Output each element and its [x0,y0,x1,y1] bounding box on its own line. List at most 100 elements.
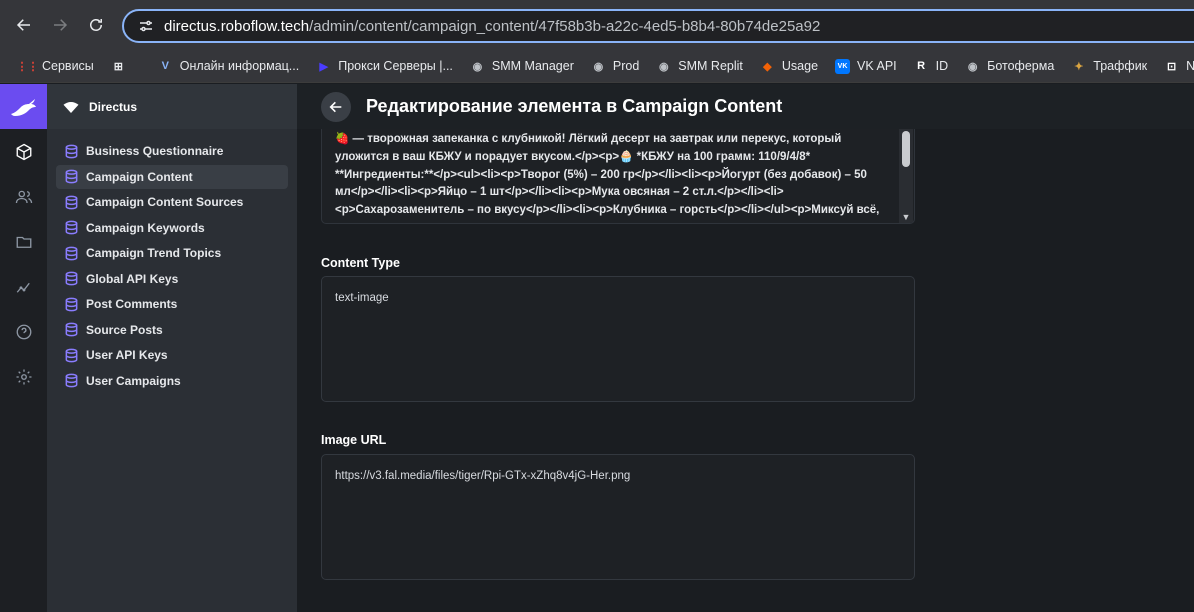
bookmark-label: Сервисы [42,59,94,73]
scrollbar-thumb[interactable] [902,131,910,167]
insights-module-icon[interactable] [14,277,34,297]
wifi-icon [63,101,79,113]
sidebar-item[interactable]: User API Keys [56,343,288,367]
bookmark-item[interactable]: V Онлайн информац... [158,59,300,74]
sidebar-item-label: Campaign Content [86,169,193,184]
sidebar-item[interactable]: Source Posts [56,318,288,342]
bookmark-label: Траффик [1093,59,1148,73]
sidebar-item-label: Global API Keys [86,271,179,286]
sidebar-item[interactable]: Business Questionnaire [56,139,288,163]
directus-logo[interactable] [0,84,47,129]
files-module-icon[interactable] [14,232,34,252]
image-url-field[interactable]: https://v3.fal.media/files/tiger/Rpi-GTx… [321,454,915,580]
back-arrow-icon[interactable] [12,13,36,37]
module-rail [0,84,47,612]
database-icon [65,373,78,388]
address-bar[interactable]: directus.roboflow.tech/admin/content/cam… [122,9,1194,43]
bookmark-label: Прокси Серверы |... [338,59,453,73]
content-text-line: уложится в ваш КБЖУ и порадует вкусом.</… [335,150,811,163]
content-text-line: 🍓 — творожная запеканка с клубникой! Лёг… [335,133,842,145]
project-header[interactable]: Directus [47,84,297,129]
sidebar-item[interactable]: Post Comments [56,292,288,316]
replit-icon: ◆ [763,60,772,73]
bookmark-label: SMM Replit [678,59,743,73]
content-text-line: мл</p></li><li><p>Яйцо – 1 шт</p></li><l… [335,186,784,199]
site-settings-icon[interactable] [138,18,154,34]
content-module-icon[interactable] [14,142,34,162]
main-content: Редактирование элемента в Campaign Conte… [297,84,1194,612]
content-text-line: <p>Сахарозаменитель – по вкусу</p></li><… [335,204,880,217]
bookmark-label: Ботоферма [987,59,1055,73]
settings-module-icon[interactable] [14,367,34,387]
sidebar-item[interactable]: Campaign Content Sources [56,190,288,214]
globe-icon: ◉ [658,60,669,73]
bookmark-label: VK API [857,59,897,73]
bookmark-label: ID [935,59,949,73]
globe-icon: ◉ [593,60,604,73]
content-text-line: **Ингредиенты:**</p><ul><li><p>Творог (5… [335,168,867,181]
apps-grid-icon: ⋮⋮ [16,60,39,73]
bookmark-item[interactable]: R ID [914,59,949,74]
back-button[interactable] [321,92,351,122]
database-icon [65,144,78,158]
sidebar-item-label: Business Questionnaire [86,144,224,158]
arrow-left-icon [329,101,342,113]
database-icon [65,246,78,260]
sidebar-item[interactable]: Campaign Content [56,164,288,189]
content-type-value: text-image [335,292,389,304]
collections-navigation: Directus Business Questionnaire Campaign … [47,84,297,612]
bookmark-item[interactable]: VK VK API [835,58,897,74]
database-icon [65,271,78,286]
image-url-label: Image URL [321,433,387,447]
page-header: Редактирование элемента в Campaign Conte… [297,84,1194,129]
grid-icon: ⊞ [113,60,123,73]
bookmark-item[interactable]: ◉ Ботоферма [965,59,1054,74]
reload-icon[interactable] [84,13,108,37]
database-icon [65,169,78,184]
bookmark-label: Онлайн информац... [179,59,300,73]
traffic-icon: ✦ [1074,60,1084,73]
database-icon [65,220,78,235]
sidebar-item[interactable]: Global API Keys [56,267,288,291]
textarea-scrollbar[interactable]: ▼ [899,129,913,223]
sidebar-item-label: Post Comments [86,297,178,311]
bookmark-label: SMM Manager [491,59,574,73]
bookmark-item[interactable]: ✦ Траффик [1071,59,1147,74]
sidebar-item-label: Campaign Keywords [86,220,205,235]
bookmark-item[interactable]: ◆ Usage [760,59,818,74]
forward-arrow-icon[interactable] [48,13,72,37]
bookmark-item[interactable]: ⊡ NIAP | Dr [1164,59,1194,74]
bookmarks-bar: ⋮⋮ Сервисы ⊞ V Онлайн информац... ▶ Прокси Сер… [0,50,1194,83]
content-text: 🍓 — творожная запеканка с клубникой! Лёг… [322,129,914,220]
bookmark-label: NIAP | Dr [1186,59,1194,73]
bookmark-item[interactable]: ▶ Прокси Серверы |... [316,59,453,74]
content-type-field[interactable]: text-image [321,276,915,402]
rabbit-logo-icon [10,98,36,116]
help-module-icon[interactable] [14,322,34,342]
sidebar-item-label: Campaign Trend Topics [86,246,222,260]
globe-icon: ◉ [967,60,978,73]
scroll-down-icon[interactable]: ▼ [901,212,911,222]
database-icon [65,322,78,337]
r-logo-icon: R [917,60,926,72]
sidebar-item[interactable]: Campaign Keywords [56,216,288,240]
bookmark-label: Prod [612,59,640,73]
bookmark-item[interactable]: ◉ Prod [591,59,640,74]
url-text: directus.roboflow.tech/admin/content/cam… [164,17,821,35]
bookmark-item[interactable]: ⊞ [111,59,133,74]
users-module-icon[interactable] [14,187,34,207]
bookmark-item[interactable]: ◉ SMM Manager [470,59,574,74]
database-icon [65,195,78,209]
browser-toolbar: directus.roboflow.tech/admin/content/cam… [0,0,1194,50]
sidebar-item-label: User Campaigns [86,373,181,388]
sidebar-item[interactable]: Campaign Trend Topics [56,241,288,265]
niap-icon: ⊡ [1167,60,1177,73]
content-textarea[interactable]: 🍓 — творожная запеканка с клубникой! Лёг… [321,129,915,224]
project-name: Directus [89,99,138,114]
bookmark-item[interactable]: ⋮⋮ Сервисы [16,59,94,74]
v-logo-icon: V [161,60,169,72]
content-type-label: Content Type [321,256,400,270]
sidebar-item[interactable]: User Campaigns [56,369,288,393]
bookmark-label: Usage [781,59,819,73]
bookmark-item[interactable]: ◉ SMM Replit [656,59,743,74]
